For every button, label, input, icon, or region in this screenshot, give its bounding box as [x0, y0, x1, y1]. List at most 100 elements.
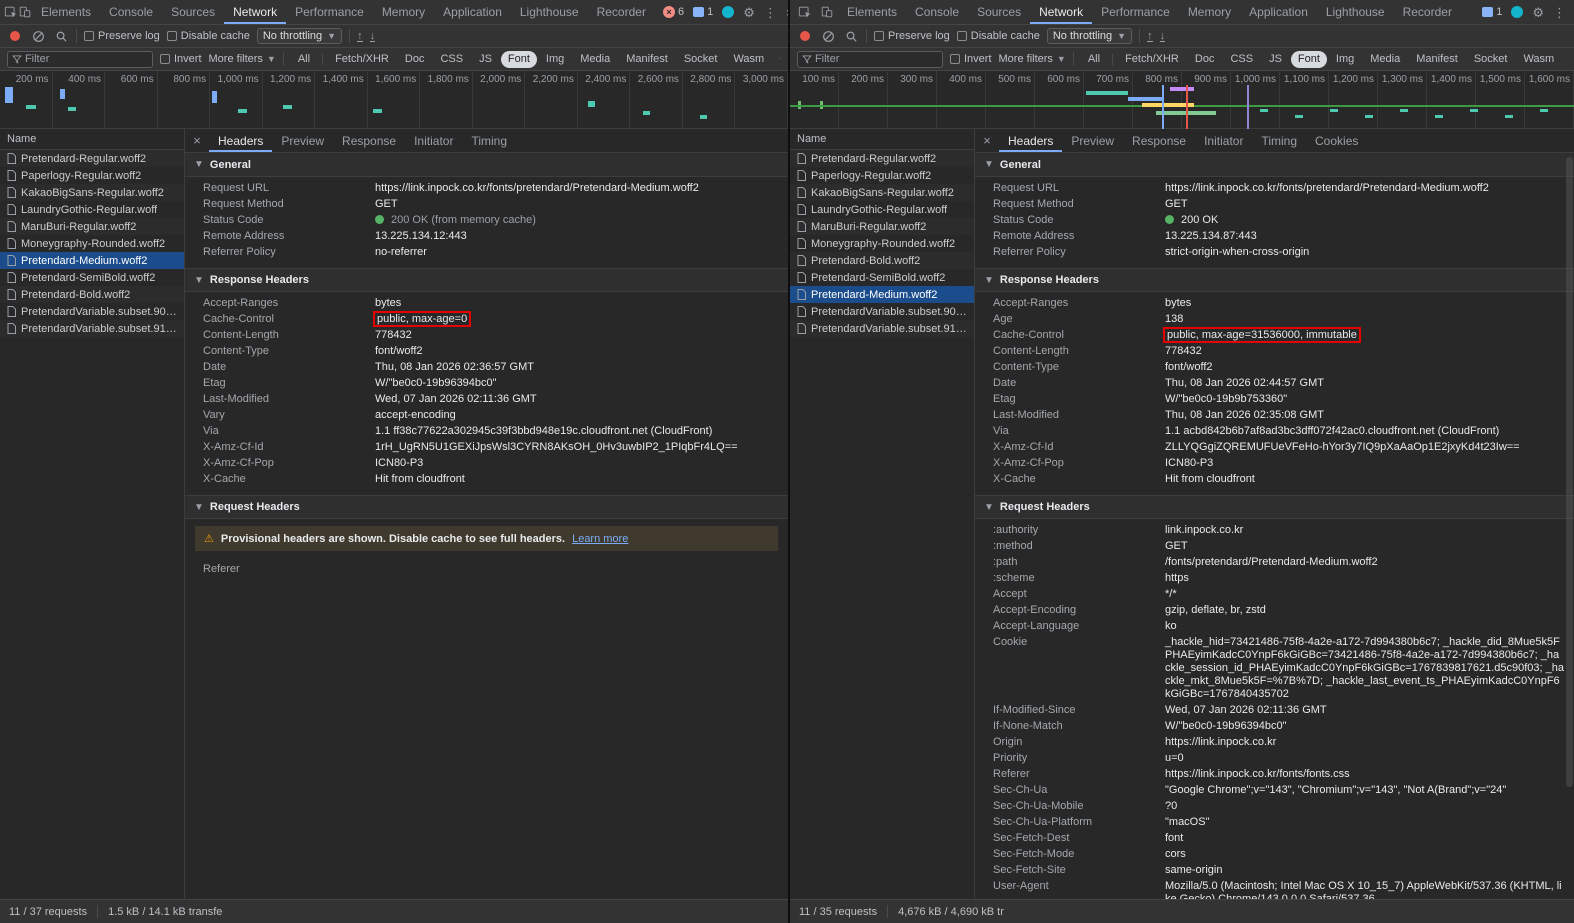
details-tab[interactable]: Timing	[462, 129, 516, 152]
inspect-element-icon[interactable]	[794, 0, 816, 24]
filter-chip[interactable]: Other	[773, 51, 781, 68]
close-details-icon[interactable]: ×	[975, 133, 999, 148]
export-har-icon[interactable]: ↓	[1159, 30, 1166, 42]
request-row[interactable]: PretendardVariable.subset.90.woff2	[0, 303, 184, 320]
export-har-icon[interactable]: ↓	[369, 30, 376, 42]
error-badge[interactable]: × 6	[662, 6, 684, 18]
request-row[interactable]: Pretendard-SemiBold.woff2	[0, 269, 184, 286]
network-overview-timeline[interactable]: 100 ms 200 ms 300 ms 400 ms 500 ms 600 ms 700 …	[790, 71, 1574, 129]
filter-chip[interactable]: Manifest	[619, 51, 675, 68]
filter-chip[interactable]: Media	[1363, 51, 1407, 68]
filter-chip[interactable]: Img	[1329, 51, 1361, 68]
panel-tab[interactable]: Recorder	[1394, 0, 1461, 24]
inspect-element-icon[interactable]	[4, 0, 18, 24]
panel-tab[interactable]: Recorder	[588, 0, 655, 24]
filter-chip[interactable]: JS	[472, 51, 499, 68]
request-row[interactable]: Moneygraphy-Rounded.woff2	[790, 235, 974, 252]
import-har-icon[interactable]: ↑	[357, 30, 363, 42]
filter-chip[interactable]: Font	[500, 50, 537, 68]
panel-tab[interactable]: Performance	[286, 0, 373, 24]
panel-tab[interactable]: Sources	[162, 0, 224, 24]
name-column-header[interactable]: Name	[0, 129, 184, 150]
record-network-log-icon[interactable]	[797, 31, 813, 41]
settings-gear-icon[interactable]: ⚙	[743, 6, 755, 19]
kebab-menu-icon[interactable]: ⋮	[764, 6, 777, 19]
details-tab[interactable]: Response	[1123, 129, 1195, 152]
network-overview-timeline[interactable]: 200 ms 400 ms 600 ms 800 ms 1,000 ms 1,200 ms…	[0, 71, 788, 129]
filter-chip[interactable]: Img	[539, 51, 571, 68]
details-tab[interactable]: Initiator	[1195, 129, 1252, 152]
request-row[interactable]: LaundryGothic-Regular.woff	[0, 201, 184, 218]
panel-tab[interactable]: Memory	[373, 0, 434, 24]
section-header-request-headers[interactable]: ▼ Request Headers	[975, 495, 1574, 519]
disable-cache-checkbox[interactable]: Disable cache	[956, 30, 1040, 42]
section-header-request-headers[interactable]: ▼ Request Headers	[185, 495, 788, 519]
request-row[interactable]: MaruBuri-Regular.woff2	[0, 218, 184, 235]
extension-icon[interactable]	[722, 6, 735, 18]
requests-count[interactable]: 11 / 37 requests	[9, 906, 87, 918]
section-header-response-headers[interactable]: ▼ Response Headers	[185, 268, 788, 292]
details-tab[interactable]: Headers	[209, 129, 272, 152]
filter-chip[interactable]: CSS	[433, 51, 470, 68]
details-tab[interactable]: Timing	[1252, 129, 1306, 152]
details-tab[interactable]: Headers	[999, 129, 1062, 152]
panel-tab[interactable]: Memory	[1179, 0, 1240, 24]
filter-input[interactable]	[814, 53, 938, 65]
details-tab[interactable]: Initiator	[405, 129, 462, 152]
preserve-log-checkbox[interactable]: Preserve log	[874, 30, 950, 42]
more-filters-dropdown[interactable]: More filters ▼	[209, 53, 276, 65]
search-icon[interactable]	[843, 30, 859, 43]
extension-icon[interactable]	[1511, 6, 1524, 18]
panel-tab[interactable]: Console	[906, 0, 968, 24]
kebab-menu-icon[interactable]: ⋮	[1553, 6, 1566, 19]
request-row[interactable]: KakaoBigSans-Regular.woff2	[790, 184, 974, 201]
filter-chip[interactable]: JS	[1262, 51, 1289, 68]
filter-chip[interactable]: Socket	[677, 51, 725, 68]
request-row[interactable]: KakaoBigSans-Regular.woff2	[0, 184, 184, 201]
panel-tab[interactable]: Console	[100, 0, 162, 24]
filter-chip[interactable]: Wasm	[726, 51, 771, 68]
request-row[interactable]: LaundryGothic-Regular.woff	[790, 201, 974, 218]
request-row[interactable]: Pretendard-Bold.woff2	[790, 252, 974, 269]
request-row[interactable]: PretendardVariable.subset.91.woff2	[0, 320, 184, 337]
close-details-icon[interactable]: ×	[185, 133, 209, 148]
panel-tab[interactable]: Sources	[968, 0, 1030, 24]
request-row[interactable]: Pretendard-Regular.woff2	[790, 150, 974, 167]
filter-chip[interactable]: Doc	[398, 51, 432, 68]
request-row[interactable]: MaruBuri-Regular.woff2	[790, 218, 974, 235]
filter-chip[interactable]: All	[291, 51, 324, 68]
disable-cache-checkbox[interactable]: Disable cache	[166, 30, 250, 42]
filter-chip[interactable]: Wasm	[1516, 51, 1561, 68]
preserve-log-checkbox[interactable]: Preserve log	[84, 30, 160, 42]
request-row[interactable]: PretendardVariable.subset.90.woff2	[790, 303, 974, 320]
panel-tab[interactable]: Lighthouse	[511, 0, 588, 24]
scrollbar-thumb[interactable]	[1566, 157, 1573, 787]
filter-chip[interactable]: Fetch/XHR	[328, 51, 396, 68]
request-row[interactable]: Moneygraphy-Rounded.woff2	[0, 235, 184, 252]
requests-count[interactable]: 11 / 35 requests	[799, 906, 877, 918]
issues-badge[interactable]: 1	[1482, 6, 1502, 18]
filter-chip[interactable]: Socket	[1467, 51, 1515, 68]
panel-tab[interactable]: Elements	[32, 0, 100, 24]
throttling-select[interactable]: No throttling ▼	[256, 28, 343, 44]
clear-network-log-icon[interactable]	[820, 30, 836, 43]
record-network-log-icon[interactable]	[7, 31, 23, 41]
transfer-size[interactable]: 4,676 kB / 4,690 kB tr	[898, 906, 1004, 918]
throttling-select[interactable]: No throttling ▼	[1046, 28, 1133, 44]
panel-tab[interactable]: Network	[1030, 0, 1092, 24]
details-tab[interactable]: Preview	[1062, 129, 1123, 152]
panel-tab[interactable]: Lighthouse	[1317, 0, 1394, 24]
request-row[interactable]: Pretendard-Medium.woff2	[790, 286, 974, 303]
panel-tab[interactable]: Application	[1240, 0, 1317, 24]
filter-chip[interactable]: Doc	[1188, 51, 1222, 68]
section-header-general[interactable]: ▼ General	[185, 153, 788, 177]
details-tab[interactable]: Preview	[272, 129, 333, 152]
request-row[interactable]: Pretendard-Regular.woff2	[0, 150, 184, 167]
search-icon[interactable]	[53, 30, 69, 43]
filter-chip[interactable]: Other	[1563, 51, 1567, 68]
section-header-general[interactable]: ▼ General	[975, 153, 1574, 177]
filter-chip[interactable]: Manifest	[1409, 51, 1465, 68]
panel-tab[interactable]: Application	[434, 0, 511, 24]
filter-chip[interactable]: Fetch/XHR	[1118, 51, 1186, 68]
details-tab[interactable]: Response	[333, 129, 405, 152]
